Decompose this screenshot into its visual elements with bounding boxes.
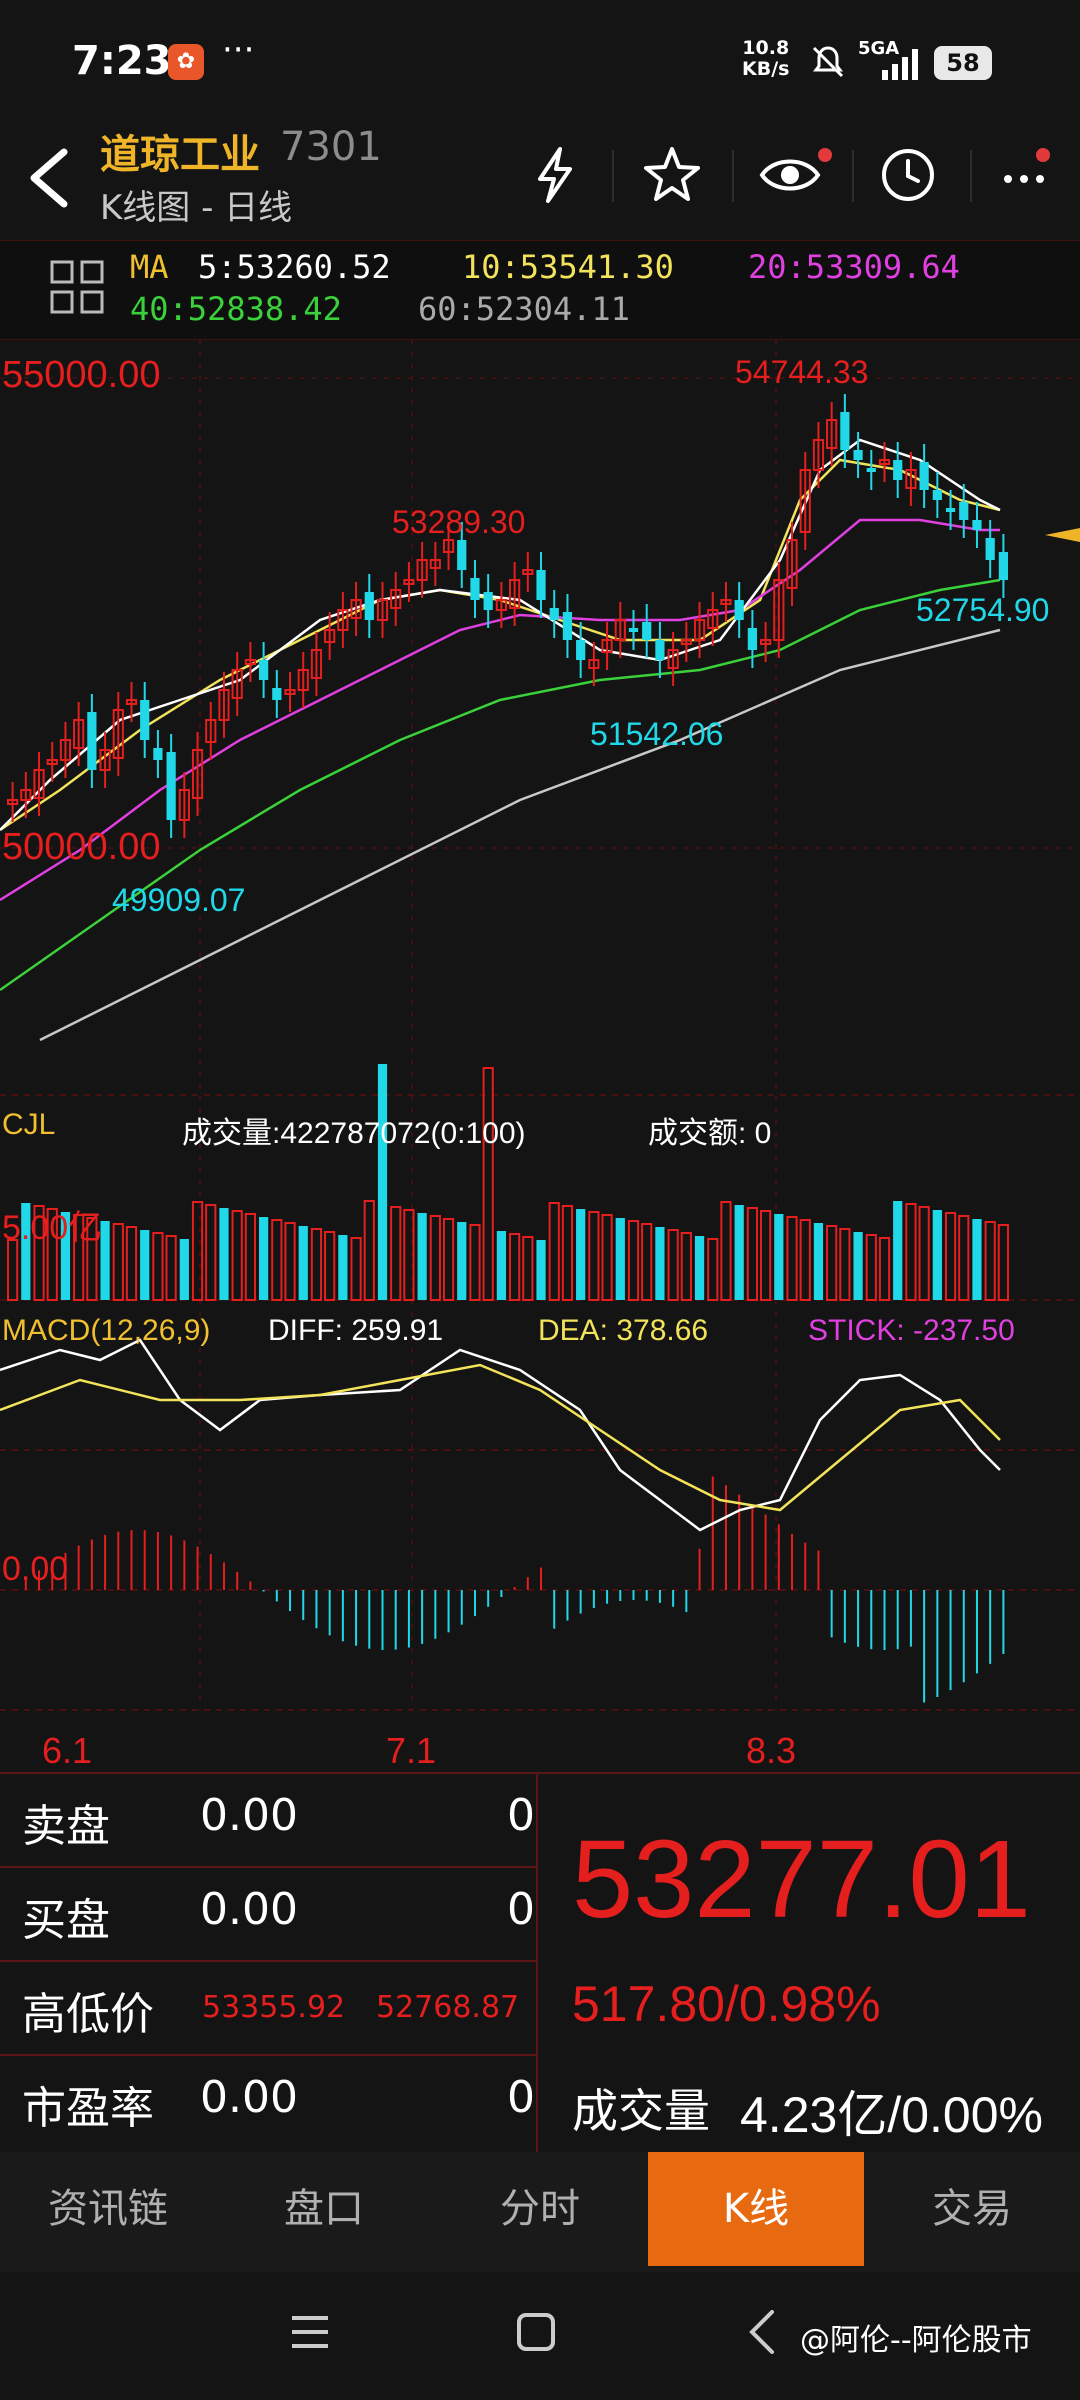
swing-low-label: 51542.06 <box>590 716 724 752</box>
day-high: 53355.92 <box>202 1990 346 2025</box>
volume-label: 成交量 <box>572 2084 710 2138</box>
last-price: 53277.01 <box>572 1818 1031 1941</box>
flash-icon[interactable] <box>524 143 588 207</box>
amount-value: 成交额: 0 <box>648 1117 772 1150</box>
network-speed-value: 10.8 <box>742 37 790 59</box>
low-price-label: 49909.07 <box>112 882 246 918</box>
clock-icon[interactable] <box>876 143 940 207</box>
chart-gridlines <box>0 340 1080 1711</box>
indicator-grid-icon[interactable] <box>48 258 106 316</box>
date-label-1: 6.1 <box>42 1730 93 1771</box>
recent-low-label: 52754.90 <box>916 592 1050 628</box>
row-divider <box>0 1866 536 1868</box>
panel-divider <box>536 1774 538 2152</box>
row-divider <box>0 1960 536 1962</box>
date-label-2: 7.1 <box>386 1730 437 1771</box>
high-price-label: 54744.33 <box>735 354 869 390</box>
volume-value: 成交量:422787072(0:100) <box>182 1117 526 1150</box>
pe-ratio-label: 市盈率 <box>22 2083 154 2134</box>
eye-notification-dot <box>818 148 832 162</box>
ma40-value: 40:52838.42 <box>130 290 342 328</box>
ma20-value: 20:53309.64 <box>748 248 960 286</box>
stock-code: 7301 <box>280 124 382 170</box>
macd-lines <box>0 1338 1001 1532</box>
network-speed-unit: KB/s <box>742 58 790 80</box>
buy-quantity: 0 <box>507 1884 535 1935</box>
macd-dea-value: DEA: 378.66 <box>538 1314 709 1347</box>
home-icon[interactable] <box>514 2310 558 2354</box>
header-divider <box>852 150 854 202</box>
ma60-value: 60:52304.11 <box>418 290 630 328</box>
tab-intraday[interactable]: 分时 <box>432 2152 648 2266</box>
day-low: 52768.87 <box>376 1990 520 2025</box>
star-icon[interactable] <box>640 143 704 207</box>
tab-kline[interactable]: K线 <box>648 2152 864 2266</box>
volume-indicator-name[interactable]: CJL <box>2 1108 55 1142</box>
signal-bars-icon <box>882 49 918 80</box>
peak-price-label: 53289.30 <box>392 504 526 540</box>
row-divider <box>0 2054 536 2056</box>
date-label-3: 8.3 <box>746 1730 797 1771</box>
header-divider <box>612 150 614 202</box>
high-low-label: 高低价 <box>22 1989 154 2040</box>
menu-icon[interactable] <box>288 2310 332 2354</box>
more-notification-dot <box>1036 148 1050 162</box>
sell-price: 0.00 <box>200 1790 298 1841</box>
mute-bell-icon <box>812 46 844 78</box>
tab-trade[interactable]: 交易 <box>864 2152 1080 2266</box>
watermark: @阿伦--阿伦股市 <box>800 2323 1032 2358</box>
kline-chart[interactable] <box>0 338 1080 1768</box>
battery-level: 58 <box>934 46 992 80</box>
buy-price: 0.00 <box>200 1884 298 1935</box>
price-axis-bottom: 50000.00 <box>2 826 161 868</box>
volume-scale-label: 5.00亿 <box>2 1209 103 1247</box>
tab-order-book[interactable]: 盘口 <box>216 2152 432 2266</box>
sell-label: 卖盘 <box>22 1801 110 1852</box>
header-divider <box>732 150 734 202</box>
ma5-value: 5:53260.52 <box>198 248 391 286</box>
buy-label: 买盘 <box>22 1895 110 1946</box>
candlesticks <box>7 394 1008 838</box>
macd-zero-label: 0.00 <box>2 1550 69 1588</box>
ma-label: MA <box>130 248 169 286</box>
current-price-marker-icon <box>1045 528 1080 542</box>
sell-quantity: 0 <box>507 1790 535 1841</box>
header-divider <box>970 150 972 202</box>
back-arrow-icon[interactable] <box>24 148 74 208</box>
app-notification-icon: ✿ <box>168 44 204 80</box>
pe-ratio-value: 0.00 <box>200 2072 298 2123</box>
ma10-value: 10:53541.30 <box>462 248 674 286</box>
macd-stick-value: STICK: -237.50 <box>808 1314 1015 1347</box>
eye-icon[interactable] <box>758 143 822 207</box>
volume-total: 4.23亿/0.00% <box>740 2087 1043 2143</box>
network-speed: 10.8 KB/s <box>742 38 789 80</box>
stock-name: 道琼工业 <box>100 132 260 178</box>
macd-diff-value: DIFF: 259.91 <box>268 1314 444 1347</box>
chart-period-label: K线图 - 日线 <box>100 188 293 228</box>
status-time: 7:23 <box>72 38 172 84</box>
more-notifications-icon: ··· <box>222 30 255 70</box>
nav-back-icon[interactable] <box>742 2308 782 2356</box>
price-change: 517.80/0.98% <box>572 1976 881 2032</box>
price-axis-top: 55000.00 <box>2 354 161 396</box>
macd-indicator-name[interactable]: MACD(12,26,9) <box>2 1314 210 1348</box>
pe-quantity: 0 <box>507 2072 535 2123</box>
tab-news-chain[interactable]: 资讯链 <box>0 2152 216 2266</box>
volume-bars <box>7 1064 1010 1301</box>
